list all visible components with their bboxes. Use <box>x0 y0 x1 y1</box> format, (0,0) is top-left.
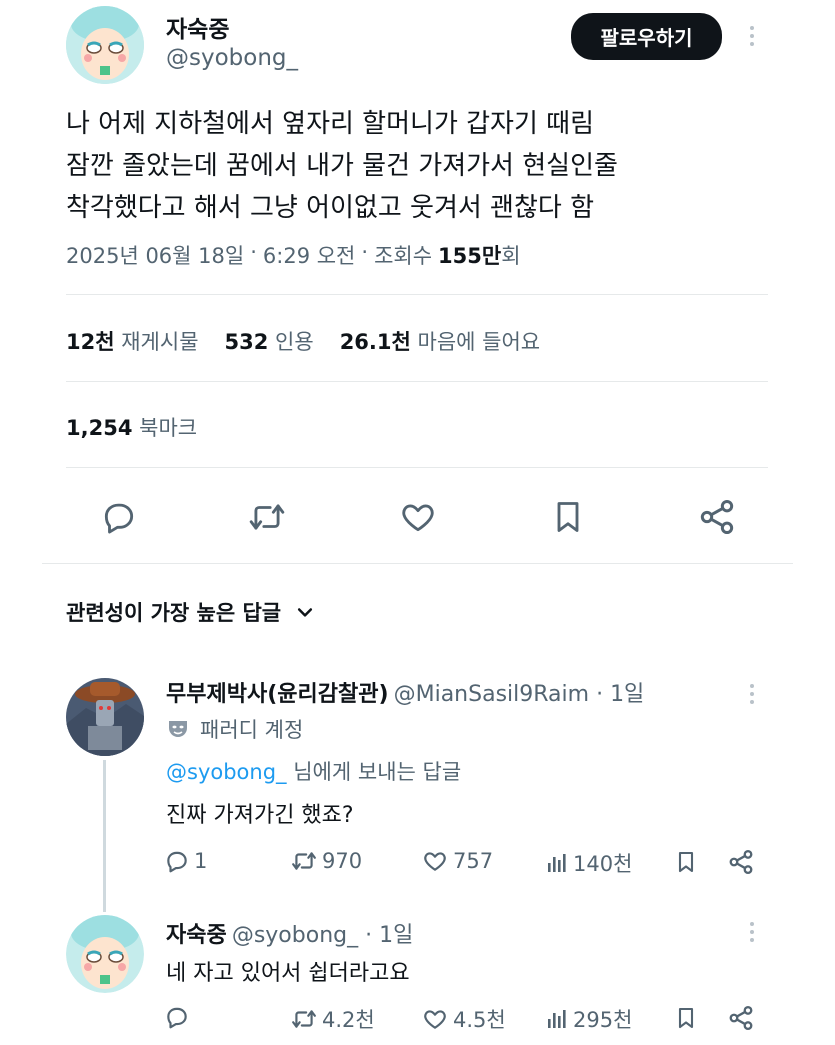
views-count-number: 155만 <box>438 244 502 268</box>
replying-to: @syobong_ 님에게 보내는 답글 <box>166 756 461 786</box>
reply-like-action[interactable]: 4.5천 <box>421 1004 506 1034</box>
tweet-date[interactable]: 2025년 06월 18일 <box>66 240 244 270</box>
share-icon[interactable] <box>727 1004 755 1032</box>
section-divider <box>42 563 793 564</box>
views-count[interactable]: 155만회 <box>438 240 520 270</box>
retweets-count: 12천 <box>66 330 115 354</box>
reply-views-action[interactable]: 295천 <box>545 1004 632 1034</box>
reply-header: 자숙중 @syobong_ · 1일 <box>166 917 413 949</box>
reply-retweet-action[interactable]: 4.2천 <box>290 1004 375 1034</box>
tweet-text-line: 잠깐 졸았는데 꿈에서 내가 물건 가져가서 현실인줄 <box>66 151 618 181</box>
reply-avatar[interactable] <box>66 915 144 993</box>
reply-views-action[interactable]: 140천 <box>545 848 632 878</box>
engagement-stats: 12천 재게시물 532 인용 26.1천 마음에 들어요 <box>66 326 540 356</box>
reply-handle-time[interactable]: @MianSasil9Raim · 1일 <box>394 682 645 707</box>
bookmarks-label: 북마크 <box>139 416 198 440</box>
replying-to-suffix: 님에게 보내는 답글 <box>293 760 462 784</box>
chevron-down-icon <box>295 602 315 622</box>
retweet-icon <box>290 1006 318 1032</box>
reply-like-action[interactable]: 757 <box>421 848 493 874</box>
reply-more-icon[interactable] <box>750 684 754 704</box>
reply-icon <box>164 1004 190 1030</box>
reply-reply-action[interactable]: 1 <box>164 848 207 874</box>
parody-mask-icon <box>166 717 190 741</box>
divider <box>66 467 768 468</box>
quotes-count: 532 <box>224 330 269 354</box>
reply-author-name[interactable]: 무부제박사(윤리감찰관) <box>166 682 389 707</box>
tweet-text: 나 어제 지하철에서 옆자리 할머니가 갑자기 때림 잠깐 졸았는데 꿈에서 내… <box>66 103 786 229</box>
bookmarks-count: 1,254 <box>66 416 133 440</box>
like-count: 757 <box>453 849 494 873</box>
views-suffix: 회 <box>501 244 521 268</box>
likes-count: 26.1천 <box>339 330 411 354</box>
tweet-text-line: 나 어제 지하철에서 옆자리 할머니가 갑자기 때림 <box>66 109 594 139</box>
retweet-icon[interactable] <box>247 498 287 536</box>
bookmarks-stat[interactable]: 1,254 북마크 <box>66 412 197 442</box>
replies-sort-dropdown[interactable]: 관련성이 가장 높은 답글 <box>66 597 315 627</box>
parody-badge: 패러디 계정 <box>166 714 303 744</box>
reply-header: 무부제박사(윤리감찰관) @MianSasil9Raim · 1일 <box>166 676 644 708</box>
like-icon[interactable] <box>398 498 438 536</box>
retweets-label: 재게시물 <box>121 330 199 354</box>
like-count: 4.5천 <box>453 1008 506 1032</box>
quotes-label: 인용 <box>275 330 314 354</box>
meta-separator: · <box>361 240 369 264</box>
share-icon[interactable] <box>697 497 737 537</box>
like-icon <box>421 848 449 874</box>
views-chart-icon <box>545 850 569 876</box>
replying-to-handle[interactable]: @syobong_ <box>166 760 287 784</box>
tweet-text-line: 착각했다고 해서 그냥 어이없고 웃겨서 괜찮다 함 <box>66 193 594 223</box>
reply-author-name[interactable]: 자숙중 <box>166 923 227 948</box>
quotes-stat[interactable]: 532 인용 <box>225 326 314 356</box>
author-avatar[interactable] <box>66 6 144 84</box>
meta-separator: · <box>250 240 257 264</box>
view-count: 140천 <box>573 852 633 876</box>
thread-line <box>103 760 106 912</box>
retweet-count: 970 <box>322 849 363 873</box>
retweet-count: 4.2천 <box>322 1008 375 1032</box>
parody-label: 패러디 계정 <box>200 718 304 742</box>
reply-text: 진짜 가져가긴 했죠? <box>166 803 354 828</box>
reply-text: 네 자고 있어서 쉽더라고요 <box>166 961 410 986</box>
follow-button[interactable]: 팔로우하기 <box>571 13 722 60</box>
share-icon[interactable] <box>727 848 755 876</box>
reply-avatar[interactable] <box>66 678 144 756</box>
reply-count: 1 <box>194 849 208 873</box>
reply-handle-time[interactable]: @syobong_ · 1일 <box>232 923 414 948</box>
retweets-stat[interactable]: 12천 재게시물 <box>66 326 199 356</box>
likes-stat[interactable]: 26.1천 마음에 들어요 <box>340 326 540 356</box>
bookmark-icon[interactable] <box>674 1004 698 1032</box>
author-name[interactable]: 자숙중 <box>166 10 229 44</box>
divider <box>66 381 768 382</box>
like-icon <box>421 1006 449 1032</box>
replies-sort-label: 관련성이 가장 높은 답글 <box>66 601 282 625</box>
view-count: 295천 <box>573 1008 633 1032</box>
bookmark-icon[interactable] <box>674 848 698 876</box>
tweet-meta: 2025년 06월 18일 · 6:29 오전 · 조회수 155만회 <box>66 240 521 270</box>
more-options-icon[interactable] <box>750 26 754 46</box>
reply-icon[interactable] <box>100 498 138 536</box>
reply-icon <box>164 848 190 874</box>
views-chart-icon <box>545 1006 569 1032</box>
views-label: 조회수 <box>374 244 433 268</box>
divider <box>66 294 768 295</box>
bookmark-icon[interactable] <box>550 497 586 537</box>
tweet-time[interactable]: 6:29 오전 <box>263 240 355 270</box>
author-handle[interactable]: @syobong_ <box>166 45 298 71</box>
reply-reply-action[interactable] <box>164 1004 194 1030</box>
reply-retweet-action[interactable]: 970 <box>290 848 362 874</box>
likes-label: 마음에 들어요 <box>417 330 541 354</box>
retweet-icon <box>290 848 318 874</box>
reply-more-icon[interactable] <box>750 922 754 942</box>
